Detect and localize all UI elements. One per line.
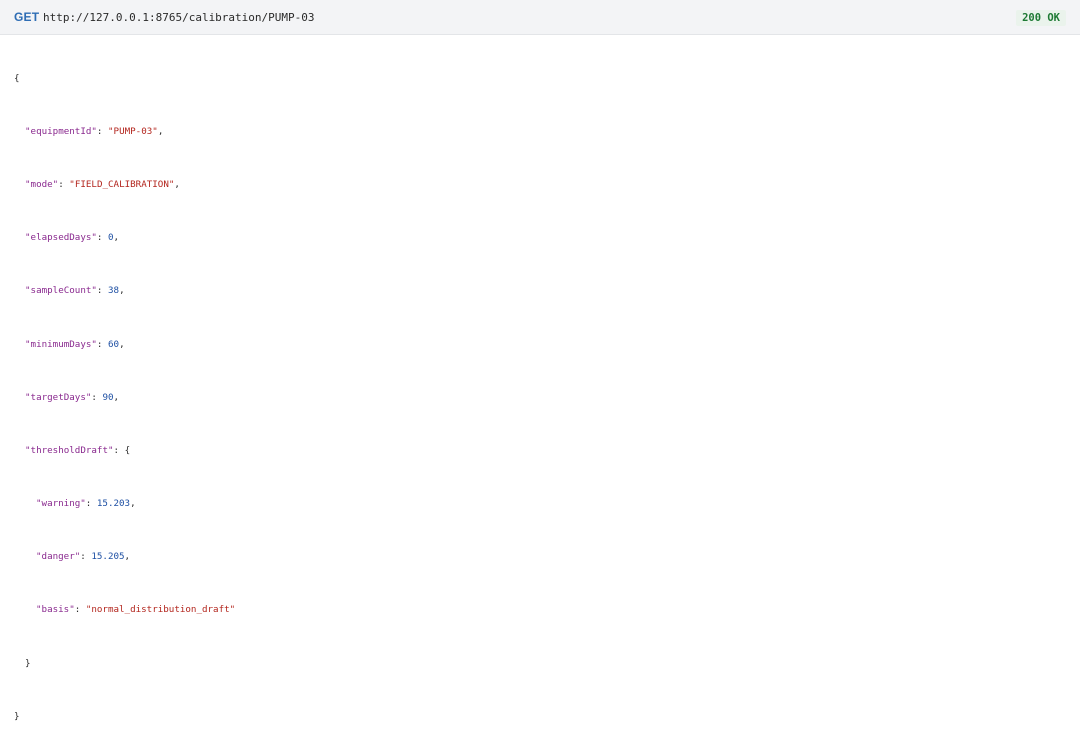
json-key: "basis" <box>36 604 75 616</box>
json-key: "targetDays" <box>25 391 92 403</box>
json-number-value: 38 <box>108 285 120 297</box>
http-method: GET <box>14 10 40 24</box>
json-close-brace-nested: } <box>25 657 31 669</box>
json-key: "elapsedDays" <box>25 232 97 244</box>
json-key: "minimumDays" <box>25 338 97 350</box>
json-key: "mode" <box>25 178 59 190</box>
json-key: "equipmentId" <box>25 125 97 137</box>
json-line-threshold-draft: "thresholdDraft": { <box>25 444 131 456</box>
json-key: "sampleCount" <box>25 285 97 297</box>
json-line-mode: "mode": "FIELD_CALIBRATION", <box>25 178 180 190</box>
json-string-value: "FIELD_CALIBRATION" <box>69 178 175 190</box>
json-string-value: "PUMP-03" <box>108 125 158 137</box>
json-line-basis: "basis": "normal_distribution_draft" <box>36 604 236 616</box>
json-line-equipment-id: "equipmentId": "PUMP-03", <box>25 125 164 137</box>
json-line-danger: "danger": 15.205, <box>36 551 131 563</box>
json-key: "warning" <box>36 498 86 510</box>
json-number-value: 60 <box>108 338 120 350</box>
json-line-warning: "warning": 15.203, <box>36 498 136 510</box>
json-line-elapsed-days: "elapsedDays": 0, <box>25 232 120 244</box>
json-number-value: 15.205 <box>91 551 125 563</box>
json-line-sample-count: "sampleCount": 38, <box>25 285 125 297</box>
json-number-value: 90 <box>102 391 114 403</box>
json-string-value: "normal_distribution_draft" <box>85 604 236 616</box>
json-number-value: 15.203 <box>96 498 131 510</box>
json-line-target-days: "targetDays": 90, <box>25 391 120 403</box>
request-url[interactable]: http://127.0.0.1:8765/calibration/PUMP-0… <box>43 10 315 25</box>
json-key: "thresholdDraft" <box>25 444 114 456</box>
json-open-brace: { <box>14 72 20 84</box>
json-key: "danger" <box>36 551 81 563</box>
json-response-body: { "equipmentId": "PUMP-03", "mode": "FIE… <box>14 45 235 736</box>
json-close-brace: } <box>14 710 20 722</box>
request-bar: GET http://127.0.0.1:8765/calibration/PU… <box>0 0 1080 35</box>
json-line-minimum-days: "minimumDays": 60, <box>25 338 125 350</box>
status-badge: 200 OK <box>1016 10 1066 26</box>
